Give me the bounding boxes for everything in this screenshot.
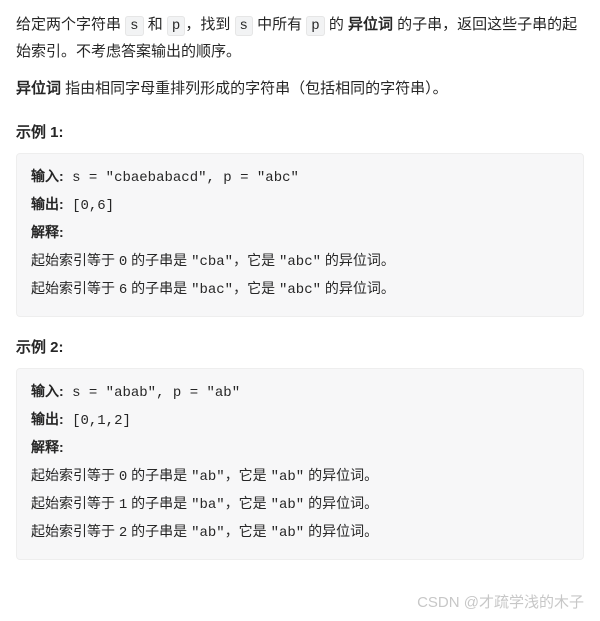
pattern: "abc" xyxy=(279,254,321,270)
code-s: s xyxy=(125,16,143,36)
text: 的异位词。 xyxy=(304,495,378,511)
text: 起始索引等于 xyxy=(31,467,119,483)
pattern: "ab" xyxy=(271,497,305,513)
text: ，它是 xyxy=(225,495,271,511)
text: 给定两个字符串 xyxy=(16,16,125,33)
text: 的子串是 xyxy=(127,467,191,483)
text: 的子串是 xyxy=(127,495,191,511)
example2-line-2: 起始索引等于 2 的子串是 "ab"，它是 "ab" 的异位词。 xyxy=(31,519,569,547)
output-value: [0,6] xyxy=(64,198,114,214)
substring: "ba" xyxy=(191,497,225,513)
example2-box: 输入: s = "abab", p = "ab" 输出: [0,1,2] 解释:… xyxy=(16,368,584,559)
substring: "cba" xyxy=(191,254,233,270)
input-label: 输入: xyxy=(31,168,64,184)
example1-output-row: 输出: [0,6] xyxy=(31,192,569,220)
output-label: 输出: xyxy=(31,196,64,212)
text: 的子串是 xyxy=(127,252,191,268)
text: 起始索引等于 xyxy=(31,280,119,296)
example2-input-row: 输入: s = "abab", p = "ab" xyxy=(31,379,569,407)
text: 的 xyxy=(325,16,348,33)
text: 起始索引等于 xyxy=(31,495,119,511)
text: 中所有 xyxy=(253,16,306,33)
pattern: "ab" xyxy=(271,469,305,485)
problem-intro: 给定两个字符串 s 和 p，找到 s 中所有 p 的 异位词 的子串，返回这些子… xyxy=(16,12,584,64)
code-p: p xyxy=(167,16,185,36)
text: 和 xyxy=(144,16,167,33)
text: 起始索引等于 xyxy=(31,252,119,268)
definition-text: 指由相同字母重排列形成的字符串（包括相同的字符串）。 xyxy=(61,80,448,97)
anagram-term: 异位词 xyxy=(348,16,393,33)
text: ，它是 xyxy=(225,523,271,539)
text: 起始索引等于 xyxy=(31,523,119,539)
example1-box: 输入: s = "cbaebabacd", p = "abc" 输出: [0,6… xyxy=(16,153,584,316)
example2-line-0: 起始索引等于 0 的子串是 "ab"，它是 "ab" 的异位词。 xyxy=(31,463,569,491)
pattern: "abc" xyxy=(279,282,321,298)
input-label: 输入: xyxy=(31,383,64,399)
text: 的异位词。 xyxy=(321,280,395,296)
explain-label: 解释: xyxy=(31,439,64,455)
definition-para: 异位词 指由相同字母重排列形成的字符串（包括相同的字符串）。 xyxy=(16,76,584,102)
example1-title: 示例 1: xyxy=(16,120,584,146)
input-value: s = "abab", p = "ab" xyxy=(64,385,240,401)
text: ，它是 xyxy=(225,467,271,483)
substring: "bac" xyxy=(191,282,233,298)
substring: "ab" xyxy=(191,525,225,541)
text: 的子串是 xyxy=(127,280,191,296)
example2-output-row: 输出: [0,1,2] xyxy=(31,407,569,435)
watermark: CSDN @才疏学浅的木子 xyxy=(417,590,584,616)
text: 的异位词。 xyxy=(304,467,378,483)
substring: "ab" xyxy=(191,469,225,485)
pattern: "ab" xyxy=(271,525,305,541)
code-p: p xyxy=(306,16,324,36)
code-s: s xyxy=(235,16,253,36)
output-label: 输出: xyxy=(31,411,64,427)
explain-label: 解释: xyxy=(31,224,64,240)
text: ，它是 xyxy=(233,252,279,268)
example2-explain-label: 解释: xyxy=(31,435,569,463)
text: 的子串是 xyxy=(127,523,191,539)
text: ，它是 xyxy=(233,280,279,296)
example1-explain-label: 解释: xyxy=(31,220,569,248)
example1-line-1: 起始索引等于 6 的子串是 "bac"，它是 "abc" 的异位词。 xyxy=(31,276,569,304)
example1-line-0: 起始索引等于 0 的子串是 "cba"，它是 "abc" 的异位词。 xyxy=(31,248,569,276)
text: ，找到 xyxy=(185,16,234,33)
input-value: s = "cbaebabacd", p = "abc" xyxy=(64,170,299,186)
text: 的异位词。 xyxy=(321,252,395,268)
definition-term: 异位词 xyxy=(16,80,61,97)
example2-line-1: 起始索引等于 1 的子串是 "ba"，它是 "ab" 的异位词。 xyxy=(31,491,569,519)
output-value: [0,1,2] xyxy=(64,413,131,429)
text: 的异位词。 xyxy=(304,523,378,539)
example2-title: 示例 2: xyxy=(16,335,584,361)
example1-input-row: 输入: s = "cbaebabacd", p = "abc" xyxy=(31,164,569,192)
